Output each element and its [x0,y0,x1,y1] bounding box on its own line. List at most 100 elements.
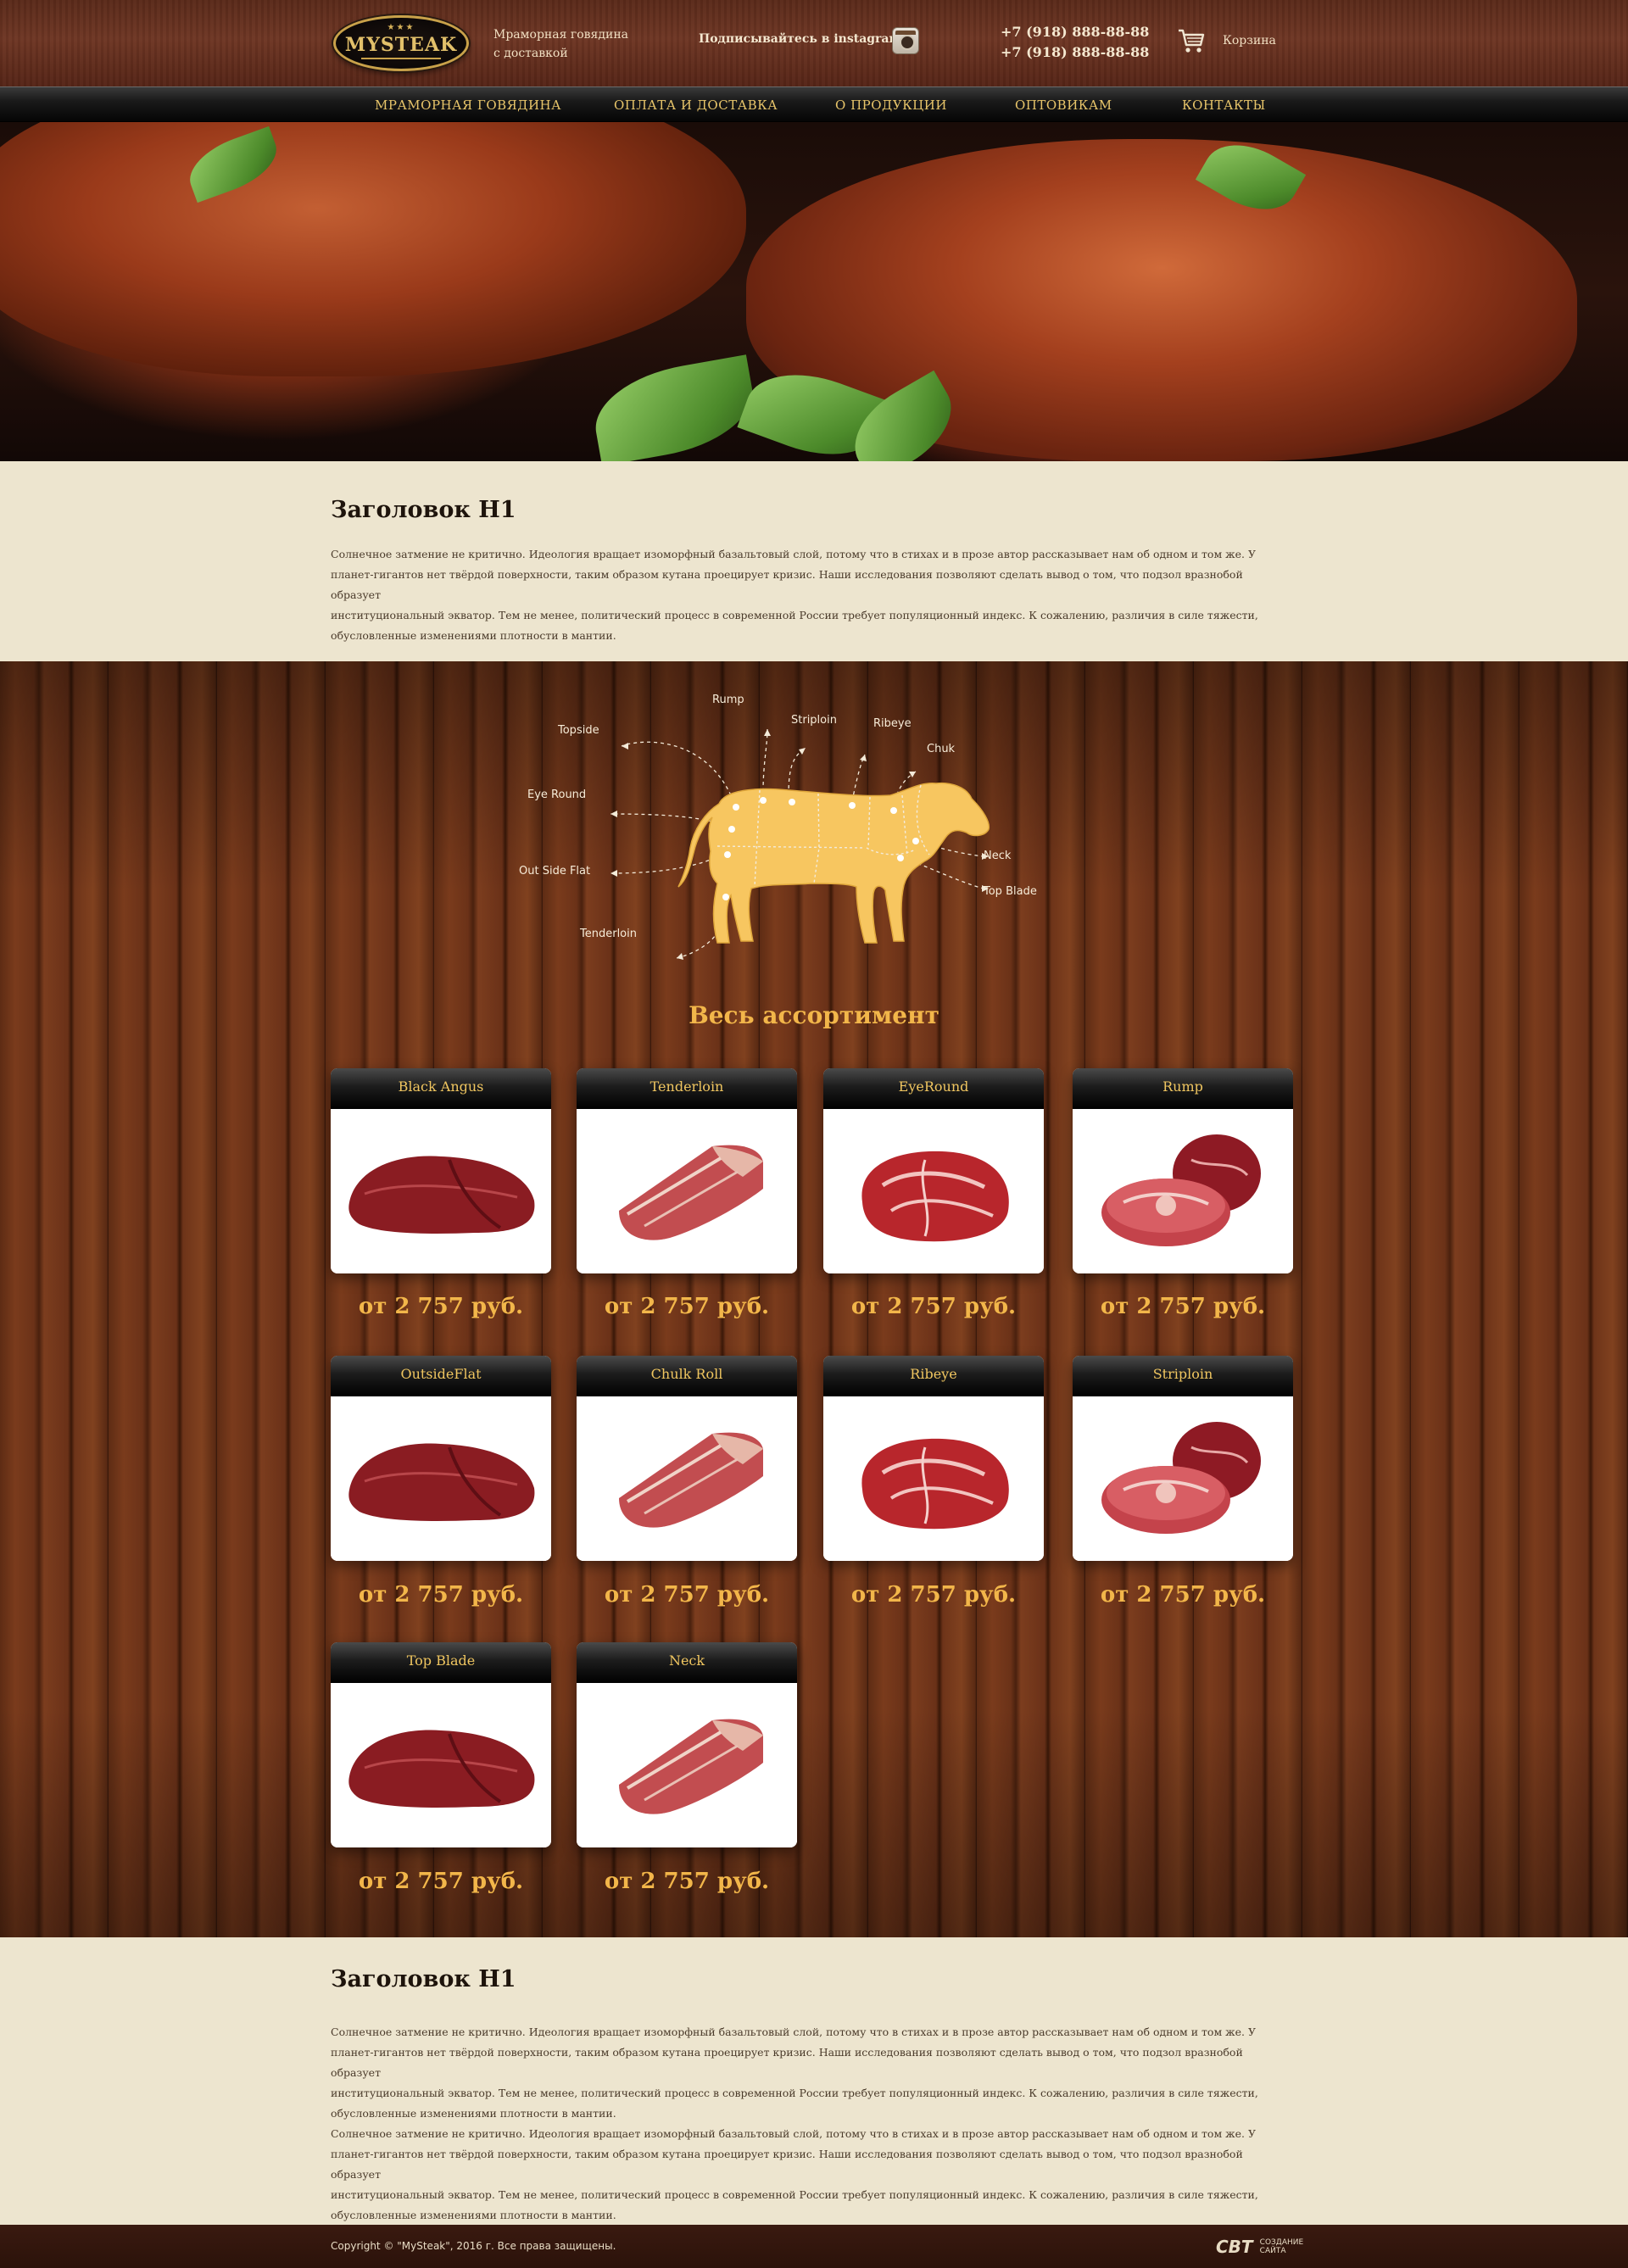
beef-cuts-diagram: Rump Topside Striploin Ribeye Chuk Eye R… [509,687,1051,967]
nav-item-marbled-beef[interactable]: МРАМОРНАЯ ГОВЯДИНА [375,98,561,113]
product-name[interactable]: Neck [577,1642,797,1683]
product-card[interactable]: Rump [1073,1068,1293,1273]
cut-label-neck[interactable]: Neck [984,850,1011,862]
tagline-line-1: Мраморная говядина [493,28,628,42]
cut-label-rump[interactable]: Rump [712,694,744,706]
product-name[interactable]: Tenderloin [577,1068,797,1109]
bottom-title: Заголовок H1 [331,1966,516,1992]
product-name[interactable]: Striploin [1073,1356,1293,1396]
product-price: от 2 757 руб. [1100,1294,1266,1319]
cut-label-striploin[interactable]: Striploin [791,714,837,727]
product-image[interactable] [823,1109,1044,1273]
product-price: от 2 757 руб. [604,1294,770,1319]
developer-text-line-2: САЙТА [1259,2247,1286,2255]
bottom-line: обусловленные изменениями плотности в ма… [331,2107,616,2120]
product-image[interactable] [823,1396,1044,1561]
intro-line: обусловленные изменениями плотности в ма… [331,629,616,642]
product-price: от 2 757 руб. [850,1582,1017,1608]
product-image[interactable] [331,1683,551,1847]
product-card[interactable]: Black Angus [331,1068,551,1273]
cut-label-top-blade[interactable]: Top Blade [984,885,1037,898]
intro-line: институциональный экватор. Тем не менее,… [331,609,1258,621]
product-price: от 2 757 руб. [358,1582,524,1608]
cart-icon[interactable] [1177,26,1206,55]
developer-mark: СВТ [1216,2237,1253,2257]
copyright-text: Copyright © "MySteak", 2016 г. Все права… [331,2240,616,2252]
cut-label-outside-flat[interactable]: Out Side Flat [519,865,590,878]
site-logo[interactable]: ★★★ MYSTEAK [333,15,469,71]
product-price: от 2 757 руб. [1100,1582,1266,1608]
product-name[interactable]: EyeRound [823,1068,1044,1109]
cut-label-tenderloin[interactable]: Tenderloin [580,928,637,940]
intro-line: планет-гигантов нет твёрдой поверхности,… [331,568,1243,601]
site-footer: Copyright © "MySteak", 2016 г. Все права… [0,2225,1628,2268]
instagram-label: Подписывайтесь в instagram: [699,32,906,46]
product-image[interactable] [1073,1109,1293,1273]
tagline-line-2: с доставкой [493,47,568,60]
assortment-title: Весь ассортимент [689,1001,939,1029]
product-name[interactable]: Top Blade [331,1642,551,1683]
bottom-line: планет-гигантов нет твёрдой поверхности,… [331,2148,1243,2181]
phone-number-2[interactable]: +7 (918) 888-88-88 [1001,44,1149,60]
product-image[interactable] [1073,1396,1293,1561]
product-price: от 2 757 руб. [358,1869,524,1894]
main-nav: МРАМОРНАЯ ГОВЯДИНА ОПЛАТА И ДОСТАВКА О П… [0,86,1628,122]
product-name[interactable]: Chulk Roll [577,1356,797,1396]
logo-stars: ★★★ [387,23,415,32]
product-card[interactable]: OutsideFlat [331,1356,551,1561]
intro-text: Солнечное затмение не критично. Идеологи… [331,544,1263,646]
product-price: от 2 757 руб. [850,1294,1017,1319]
product-price: от 2 757 руб. [604,1582,770,1608]
hero-steak-left [0,122,746,376]
product-card[interactable]: Top Blade [331,1642,551,1847]
bottom-line: Солнечное затмение не критично. Идеологи… [331,2026,1257,2038]
product-card[interactable]: Neck [577,1642,797,1847]
bottom-text: Солнечное затмение не критично. Идеологи… [331,2022,1263,2226]
cut-label-ribeye[interactable]: Ribeye [873,717,912,730]
developer-text-line-1: СОЗДАНИЕ [1259,2238,1304,2247]
logo-text: MYSTEAK [344,34,458,56]
product-image[interactable] [331,1109,551,1273]
logo-underline [361,58,441,59]
bottom-line: планет-гигантов нет твёрдой поверхности,… [331,2046,1243,2079]
cart-label[interactable]: Корзина [1223,34,1276,47]
product-image[interactable] [331,1396,551,1561]
seo-text-section: Заголовок H1 Солнечное затмение не крити… [0,1937,1628,2225]
hero-banner [0,122,1628,461]
developer-logo[interactable]: СВТ СОЗДАНИЕ САЙТА [1216,2237,1303,2257]
cut-label-chuk[interactable]: Chuk [927,743,955,755]
site-header: ★★★ MYSTEAK Мраморная говядина с доставк… [0,0,1628,86]
herb-leaf-icon [587,354,761,461]
bottom-line: институциональный экватор. Тем не менее,… [331,2087,1258,2099]
instagram-icon[interactable] [892,27,919,54]
nav-item-contacts[interactable]: КОНТАКТЫ [1182,98,1266,113]
product-card[interactable]: Ribeye [823,1356,1044,1561]
site-tagline: Мраморная говядина с доставкой [493,25,638,63]
intro-section: Заголовок H1 Солнечное затмение не крити… [0,461,1628,661]
nav-item-payment-delivery[interactable]: ОПЛАТА И ДОСТАВКА [614,98,778,113]
intro-title: Заголовок H1 [331,497,516,523]
product-name[interactable]: Black Angus [331,1068,551,1109]
product-name[interactable]: OutsideFlat [331,1356,551,1396]
product-image[interactable] [577,1683,797,1847]
product-name[interactable]: Ribeye [823,1356,1044,1396]
cut-label-topside[interactable]: Topside [558,724,599,737]
product-price: от 2 757 руб. [604,1869,770,1894]
product-card[interactable]: Tenderloin [577,1068,797,1273]
product-card[interactable]: Chulk Roll [577,1356,797,1561]
product-image[interactable] [577,1109,797,1273]
cut-label-eye-round[interactable]: Eye Round [527,789,586,801]
product-price: от 2 757 руб. [358,1294,524,1319]
bottom-line: Солнечное затмение не критично. Идеологи… [331,2127,1257,2140]
phone-number-1[interactable]: +7 (918) 888-88-88 [1001,24,1149,40]
bottom-line: обусловленные изменениями плотности в ма… [331,2209,616,2221]
bottom-line: институциональный экватор. Тем не менее,… [331,2188,1258,2201]
developer-text: СОЗДАНИЕ САЙТА [1260,2238,1304,2255]
product-image[interactable] [577,1396,797,1561]
nav-item-about-products[interactable]: О ПРОДУКЦИИ [835,98,947,113]
product-name[interactable]: Rump [1073,1068,1293,1109]
intro-line: Солнечное затмение не критично. Идеологи… [331,548,1257,560]
nav-item-wholesale[interactable]: ОПТОВИКАМ [1015,98,1112,113]
product-card[interactable]: EyeRound [823,1068,1044,1273]
product-card[interactable]: Striploin [1073,1356,1293,1561]
